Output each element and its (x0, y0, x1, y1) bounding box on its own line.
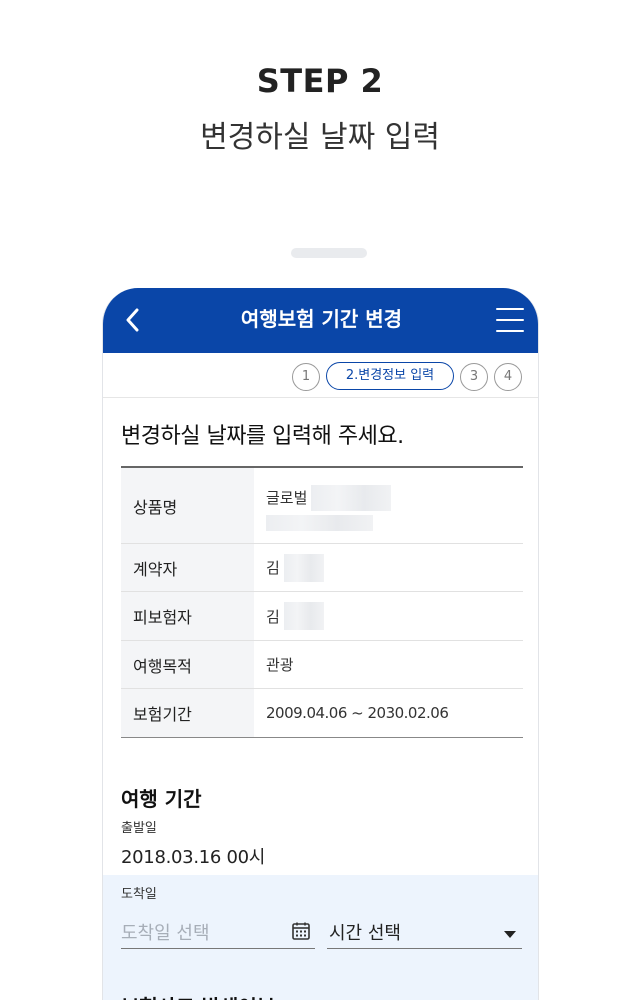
progress-stepper: 1 2.변경정보 입력 3 4 (103, 353, 538, 398)
departure-label: 출발일 (121, 821, 157, 836)
arrival-date-input[interactable]: 도착일 선택 (121, 917, 315, 949)
row-value: 김 (266, 559, 280, 577)
table-row: 보험기간 2009.04.06 ~ 2030.02.06 (121, 689, 523, 737)
table-row: 계약자 김 (121, 544, 523, 592)
row-label: 여행목적 (121, 641, 254, 688)
table-row: 피보험자 김 (121, 592, 523, 641)
row-label: 상품명 (121, 468, 254, 543)
app-header: 여행보험 기간 변경 (103, 288, 538, 353)
row-value: 김 (266, 607, 280, 626)
step-1: 1 (292, 363, 320, 391)
step-4: 4 (494, 363, 522, 391)
trip-period-heading: 여행 기간 (121, 787, 202, 811)
table-row: 여행목적 관광 (121, 641, 523, 689)
header-title: 여행보험 기간 변경 (240, 307, 403, 331)
step-subtitle: 변경하실 날짜 입력 (200, 120, 440, 155)
back-button[interactable] (115, 302, 151, 338)
arrival-label: 도착일 (121, 887, 157, 902)
caret-down-icon (504, 931, 516, 938)
masked-text (283, 553, 324, 582)
accident-section-heading: 보험사고 발생여부 (121, 991, 275, 1000)
table-row: 상품명 글로벌 (121, 468, 523, 544)
time-select-value: 시간 선택 (329, 923, 401, 944)
chevron-left-icon (126, 308, 139, 332)
calendar-icon[interactable] (291, 921, 311, 941)
masked-text (311, 484, 392, 511)
row-label: 피보험자 (121, 592, 254, 640)
arrival-time-select[interactable]: 시간 선택 (327, 917, 522, 949)
contract-info-table: 상품명 글로벌 계약자 김 피보험자 김 여행목적 관광 보험기간 2009.0… (121, 466, 523, 738)
masked-text (266, 514, 373, 531)
arrival-section: 도착일 도착일 선택 시간 선택 보험사고 발생여부 (103, 875, 538, 1000)
step-title: STEP 2 (256, 62, 384, 100)
row-value: 2009.04.06 ~ 2030.02.06 (266, 704, 449, 722)
step-2-active: 2.변경정보 입력 (326, 362, 454, 390)
departure-value: 2018.03.16 00시 (121, 847, 266, 868)
row-value: 글로벌 (266, 489, 308, 507)
row-label: 보험기간 (121, 689, 254, 737)
step-3: 3 (460, 363, 488, 391)
phone-screen: 여행보험 기간 변경 1 2.변경정보 입력 3 4 변경하실 날짜를 입력해 … (102, 288, 539, 1000)
arrival-date-placeholder: 도착일 선택 (121, 923, 210, 944)
device-notch (291, 248, 367, 258)
masked-text (283, 602, 324, 630)
row-value: 관광 (266, 656, 294, 674)
page-title: 변경하실 날짜를 입력해 주세요. (121, 424, 404, 449)
hamburger-menu-icon[interactable] (494, 304, 526, 336)
row-label: 계약자 (121, 544, 254, 591)
